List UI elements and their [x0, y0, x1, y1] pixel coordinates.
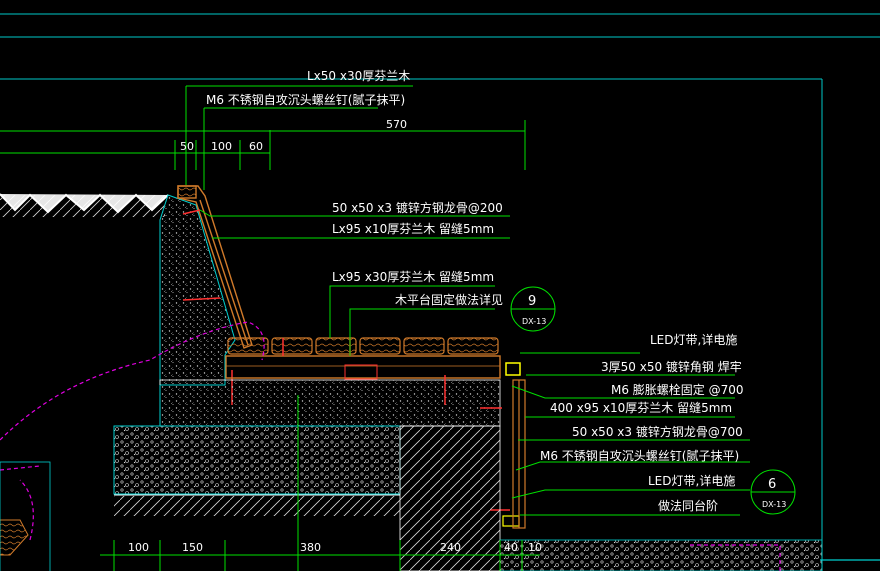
dim-bottom-240: 240: [440, 541, 461, 554]
callout-screw-bottom: M6 不锈钢自攻沉头螺丝钉(腻子抹平): [540, 449, 739, 463]
led-strip-bottom: [502, 515, 520, 527]
callout-expansion-bolt: M6 膨胀螺栓固定 @700: [611, 382, 744, 397]
callout-platform-detail: 木平台固定做法详见: [395, 292, 503, 307]
callout-steel-frame-700: 50 x50 x3 镀锌方钢龙骨@700: [572, 424, 743, 439]
backrest-concrete: [159, 194, 236, 386]
dim-bottom-10: 10: [528, 541, 542, 554]
detail-bubble-9[interactable]: 9 DX-13: [510, 286, 556, 332]
bubble-6-number: 6: [768, 477, 776, 492]
dim-bottom-100: 100: [128, 541, 149, 554]
paving-right: [499, 539, 823, 571]
bubble-6-sheet: DX-13: [762, 500, 786, 509]
callout-steel-frame-200: 50 x50 x3 镀锌方钢龙骨@200: [332, 200, 503, 215]
seat-wood-boards: [227, 337, 499, 355]
callout-same-as-steps: 做法同台阶: [658, 498, 718, 513]
callout-led-strip-bottom: LED灯带,详电施: [648, 473, 735, 488]
bubble-9-number: 9: [528, 294, 536, 309]
callout-led-strip-top: LED灯带,详电施: [650, 332, 737, 347]
label-top-screw: M6 不锈钢自攻沉头螺丝钉(腻子抹平): [206, 93, 405, 107]
detail-bubble-6[interactable]: 6 DX-13: [750, 469, 796, 515]
callout-wood-95x10: Lx95 x10厚芬兰木 留缝5mm: [332, 221, 494, 236]
left-fragment: [0, 461, 51, 571]
led-strip-top: [505, 362, 521, 376]
callout-angle-steel: 3厚50 x50 镀锌角钢 焊牢: [601, 359, 742, 374]
dim-bottom-380: 380: [300, 541, 321, 554]
dim-100: 100: [211, 140, 232, 153]
dim-bottom-150: 150: [182, 541, 203, 554]
ground-hatch-left: [0, 193, 169, 217]
bubble-9-sheet: DX-13: [522, 317, 546, 326]
dim-bottom-40: 40: [504, 541, 518, 554]
dim-overall: 570: [386, 118, 407, 131]
embed-plate: [344, 364, 378, 380]
cad-drawing-canvas: Lx50 x30厚芬兰木 M6 不锈钢自攻沉头螺丝钉(腻子抹平) 570 50 …: [0, 13, 880, 571]
front-fascia: [512, 379, 526, 529]
callout-fascia-wood: 400 x95 x10厚芬兰木 留缝5mm: [550, 400, 732, 415]
label-top-wood: Lx50 x30厚芬兰木: [307, 69, 410, 83]
dim-60: 60: [249, 140, 263, 153]
callout-wood-95x30: Lx95 x30厚芬兰木 留缝5mm: [332, 269, 494, 284]
ground-hatch-bottom: [114, 494, 400, 516]
dim-50: 50: [180, 140, 194, 153]
